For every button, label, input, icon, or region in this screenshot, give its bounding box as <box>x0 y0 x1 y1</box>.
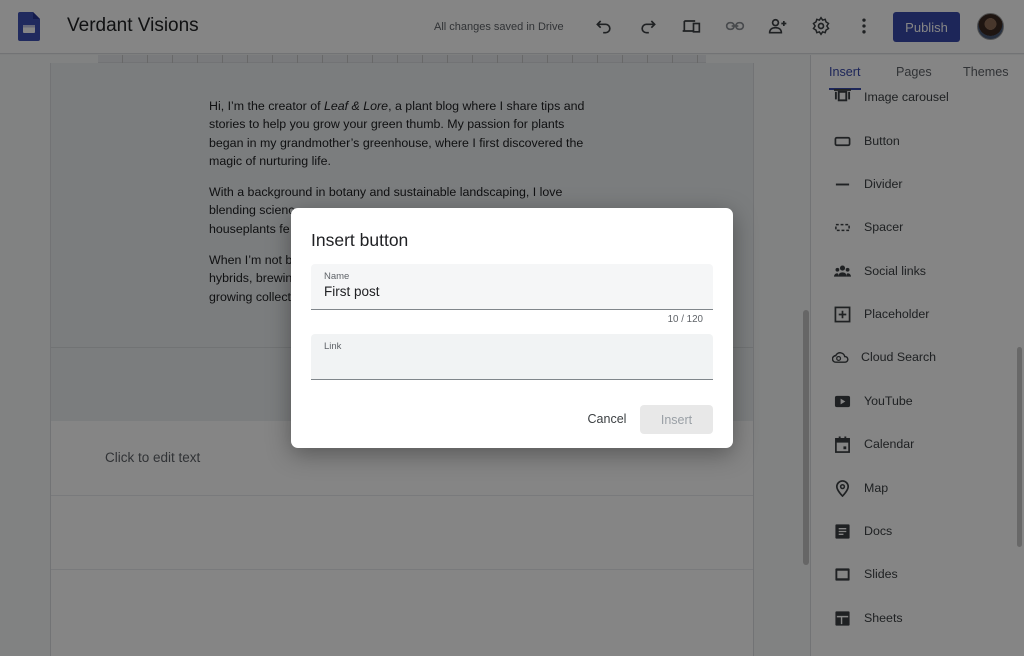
name-char-count: 10 / 120 <box>667 314 703 325</box>
insert-button[interactable]: Insert <box>640 405 713 434</box>
cancel-button[interactable]: Cancel <box>579 405 635 433</box>
name-field-label: Name <box>324 271 350 282</box>
link-field[interactable]: Link <box>311 334 713 380</box>
name-input[interactable] <box>324 284 694 299</box>
insert-button-dialog: Insert button Name 10 / 120 Link Cancel … <box>291 208 733 448</box>
dialog-title: Insert button <box>311 230 409 250</box>
name-field[interactable]: Name <box>311 264 713 310</box>
link-field-label: Link <box>324 341 342 352</box>
link-input[interactable] <box>324 354 694 369</box>
